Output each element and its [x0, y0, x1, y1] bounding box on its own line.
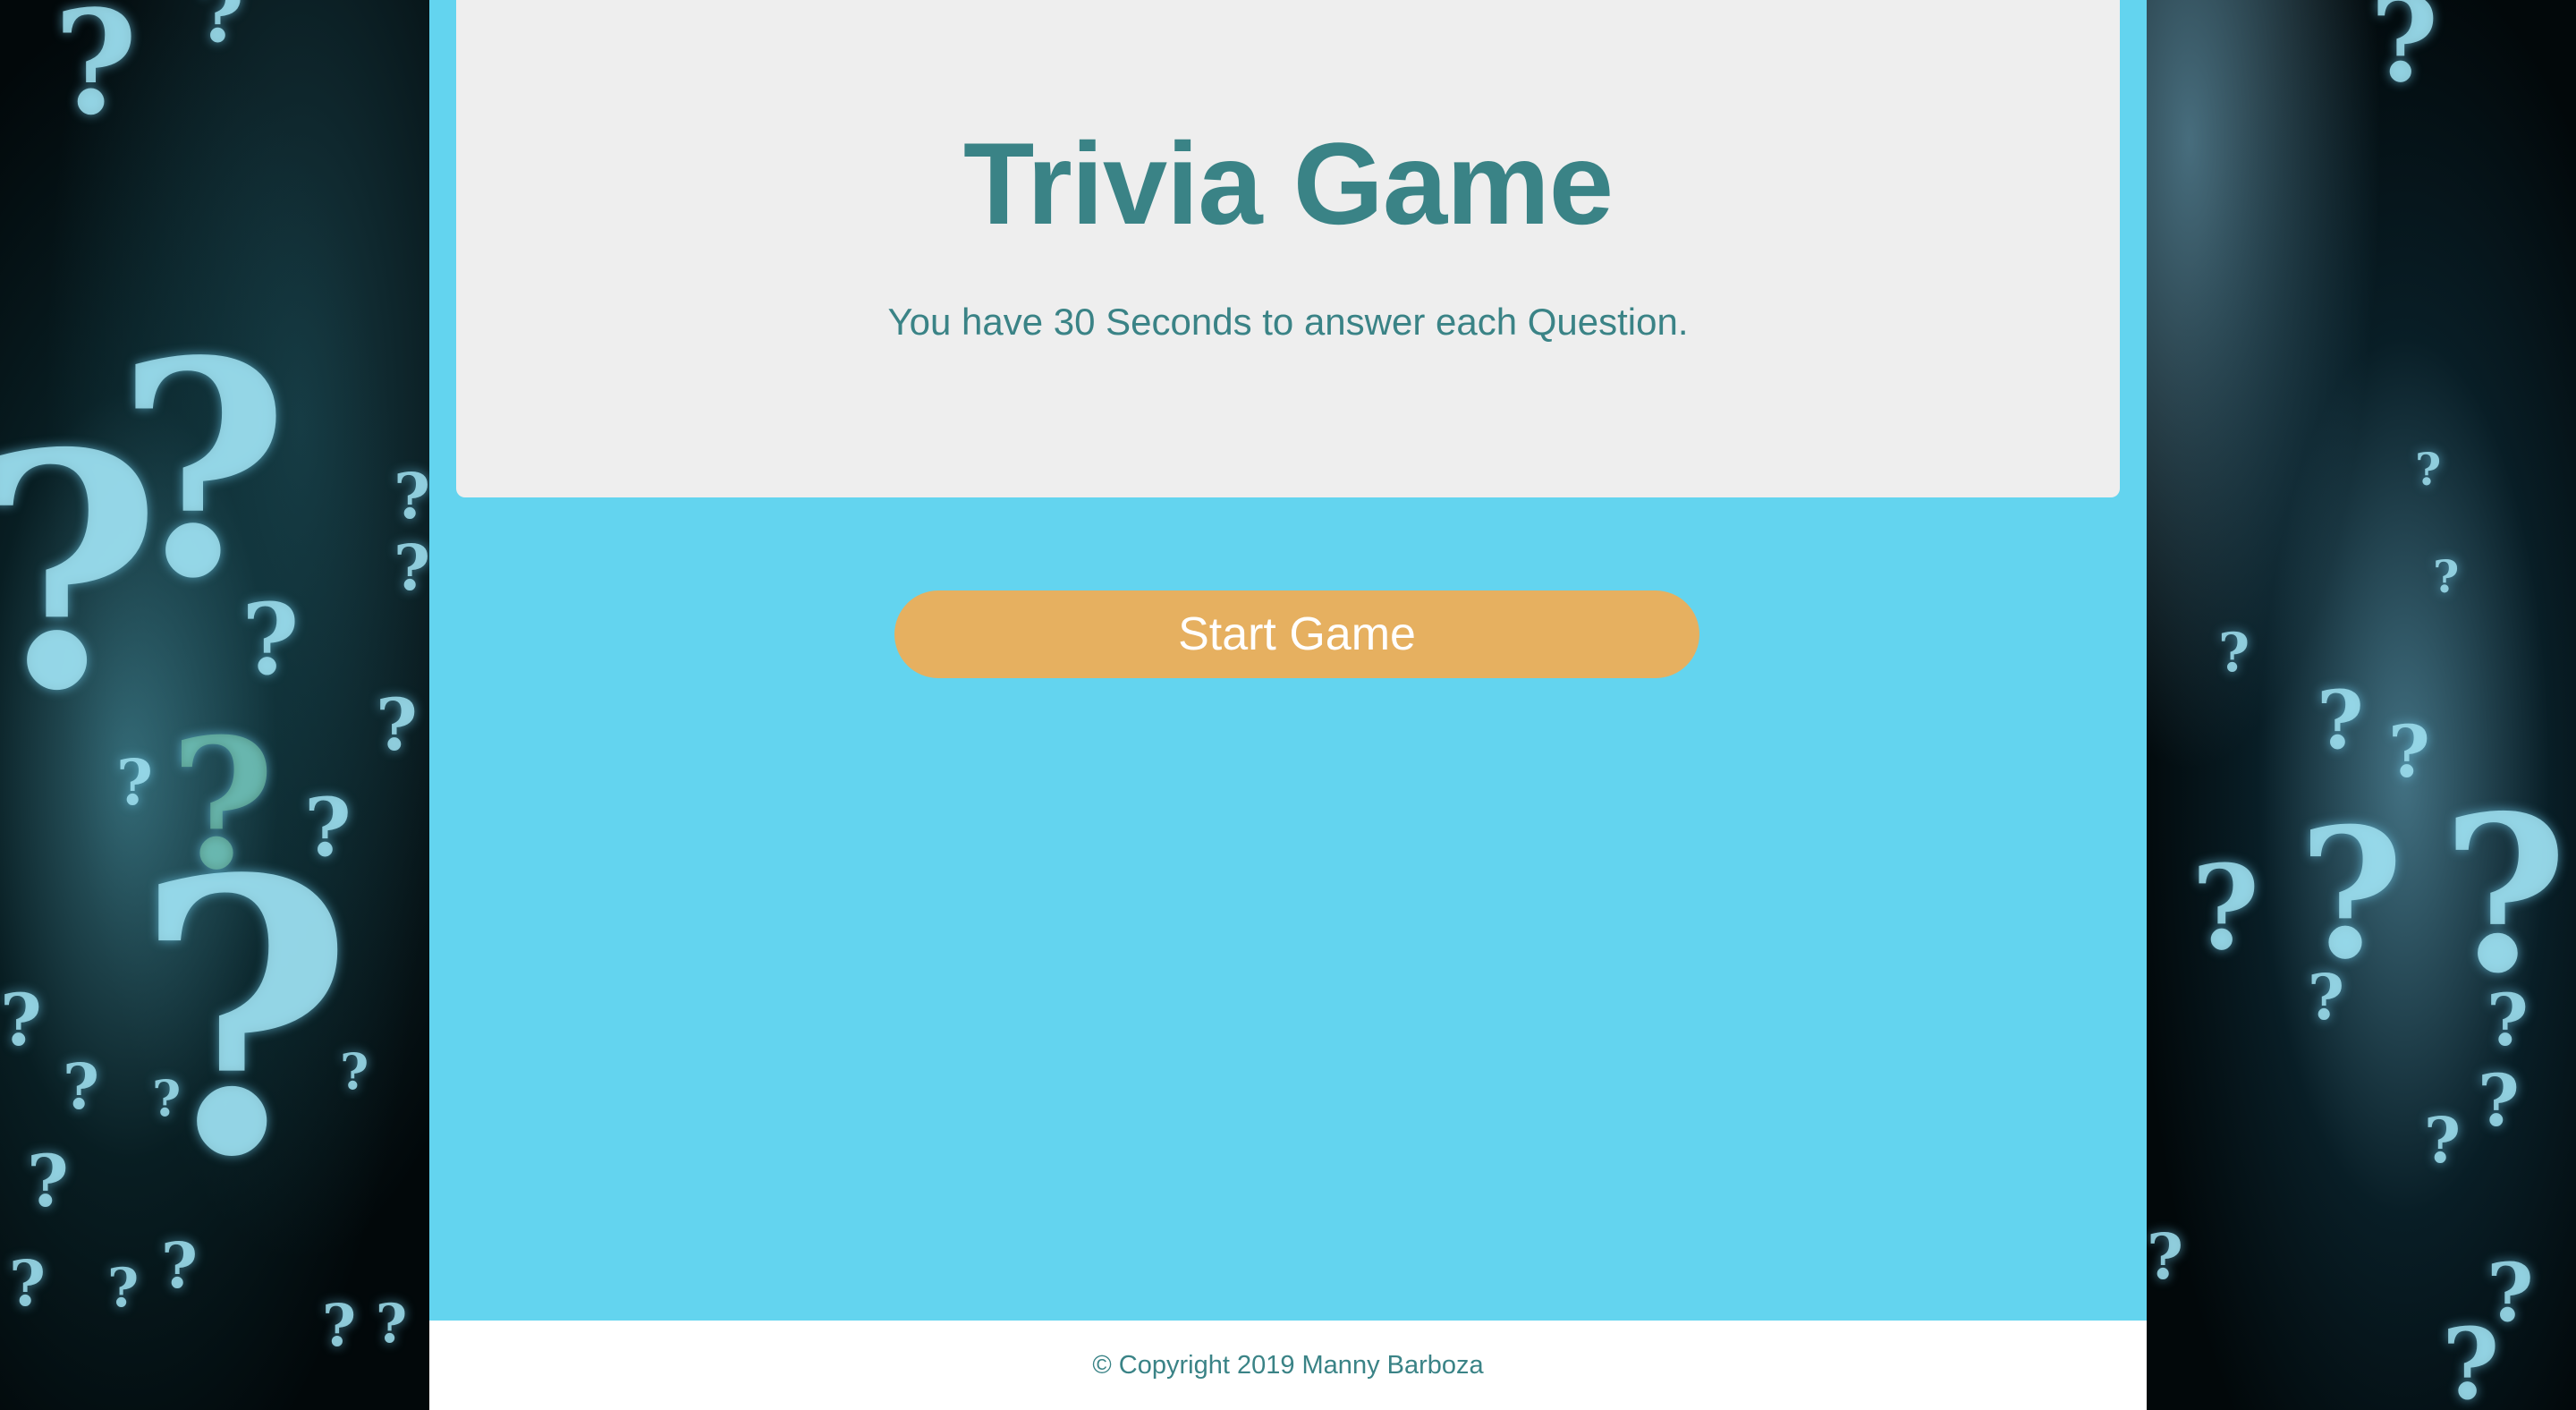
question-mark-decoration: ? [2191, 839, 2260, 976]
question-mark-decoration: ? [0, 978, 42, 1062]
copyright-text: © Copyright 2019 Manny Barboza [1092, 1351, 1484, 1380]
main-content: Trivia Game You have 30 Seconds to answe… [429, 0, 2147, 1321]
question-mark-decoration: ? [2478, 1058, 2520, 1142]
question-mark-decoration: ? [2370, 0, 2439, 108]
question-mark-decoration: ? [322, 1292, 357, 1360]
question-mark-decoration: ? [2442, 1306, 2500, 1410]
instructions-text: You have 30 Seconds to answer each Quest… [887, 301, 1689, 343]
question-mark-decoration: ? [2415, 443, 2442, 496]
question-mark-decoration: ? [9, 1246, 47, 1321]
footer: © Copyright 2019 Manny Barboza [429, 1321, 2147, 1410]
question-mark-decoration: ? [2317, 673, 2364, 768]
question-mark-decoration: ? [27, 1139, 69, 1223]
start-game-button[interactable]: Start Game [894, 590, 1699, 678]
question-mark-decoration: ? [2147, 1219, 2184, 1294]
question-mark-decoration: ? [242, 582, 300, 697]
question-mark-decoration: ? [2218, 622, 2250, 684]
question-mark-decoration: ? [2308, 960, 2345, 1034]
question-mark-decoration: ? [107, 1257, 140, 1320]
question-mark-decoration: ? [54, 0, 138, 147]
question-mark-decoration: ? [2487, 978, 2529, 1062]
question-mark-decoration: ? [2442, 769, 2568, 1021]
question-mark-decoration: ? [0, 412, 162, 734]
question-mark-decoration: ? [116, 745, 154, 820]
question-mark-decoration: ? [152, 1069, 182, 1127]
header-card: Trivia Game You have 30 Seconds to answe… [456, 0, 2120, 497]
question-mark-decoration: ? [304, 780, 352, 875]
question-mark-decoration: ? [340, 1042, 369, 1100]
page-title: Trivia Game [962, 118, 1614, 249]
question-mark-decoration: ? [2388, 709, 2430, 794]
question-mark-decoration: ? [2433, 550, 2460, 603]
background-question-marks-left: ? ? ? ? ? ? ? ? ? ? ? ? ? ? ? ? ? ? ? ? … [0, 0, 429, 1410]
question-mark-decoration: ? [394, 531, 429, 605]
question-mark-decoration: ? [63, 1049, 100, 1124]
question-mark-decoration: ? [2299, 789, 2404, 999]
question-mark-decoration: ? [170, 700, 275, 910]
question-mark-decoration: ? [2424, 1103, 2462, 1177]
background-question-marks-right: ? ? ? ? ? ? ? ? ? ? ? ? ? ? ? ? [2147, 0, 2576, 1410]
question-mark-decoration: ? [394, 459, 429, 533]
question-mark-decoration: ? [161, 1228, 199, 1303]
question-mark-decoration: ? [197, 0, 244, 61]
question-mark-decoration: ? [376, 1293, 408, 1355]
question-mark-decoration: ? [376, 683, 418, 767]
